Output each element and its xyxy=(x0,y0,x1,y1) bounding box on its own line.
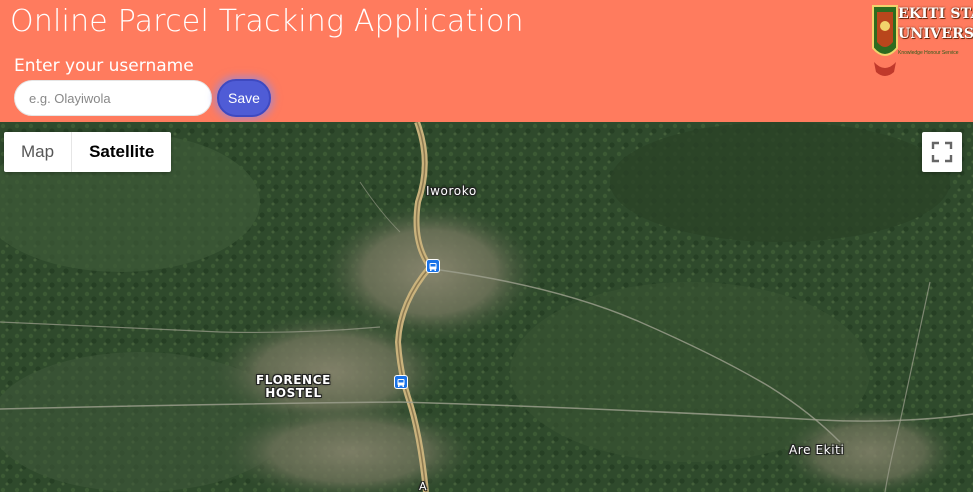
fullscreen-icon xyxy=(931,141,953,163)
logo-line-1: EKITI STATE xyxy=(898,6,973,22)
bus-icon xyxy=(397,379,405,387)
university-logo: EKITI STATE UNIVERSITY Knowledge Honour … xyxy=(870,2,973,80)
place-label-iworoko: Iworoko xyxy=(426,184,477,198)
username-label: Enter your username xyxy=(14,56,194,76)
road-label: A xyxy=(419,480,428,492)
username-input[interactable] xyxy=(14,80,212,116)
map-type-map-button[interactable]: Map xyxy=(4,132,71,172)
bus-icon xyxy=(429,263,437,271)
page-title: Online Parcel Tracking Application xyxy=(10,4,524,39)
fullscreen-button[interactable] xyxy=(922,132,962,172)
bus-stop-icon[interactable] xyxy=(426,259,440,273)
map-type-control: Map Satellite xyxy=(4,132,172,172)
map-view[interactable]: Map Satellite Iworoko FLORENCE HOSTEL Ar… xyxy=(0,122,973,492)
place-label-are-ekiti: Are Ekiti xyxy=(789,443,845,457)
save-button[interactable]: Save xyxy=(217,79,271,117)
map-type-satellite-button[interactable]: Satellite xyxy=(72,132,171,172)
bus-stop-icon[interactable] xyxy=(394,375,408,389)
logo-line-2: UNIVERSITY xyxy=(898,26,973,42)
satellite-imagery xyxy=(0,122,973,492)
app-header: Online Parcel Tracking Application Enter… xyxy=(0,0,973,122)
logo-tagline: Knowledge Honour Service xyxy=(898,50,959,56)
crest-icon xyxy=(872,5,898,76)
place-label-florence-hostel: FLORENCE HOSTEL xyxy=(256,374,331,400)
place-label-florence-line2: HOSTEL xyxy=(265,386,322,400)
